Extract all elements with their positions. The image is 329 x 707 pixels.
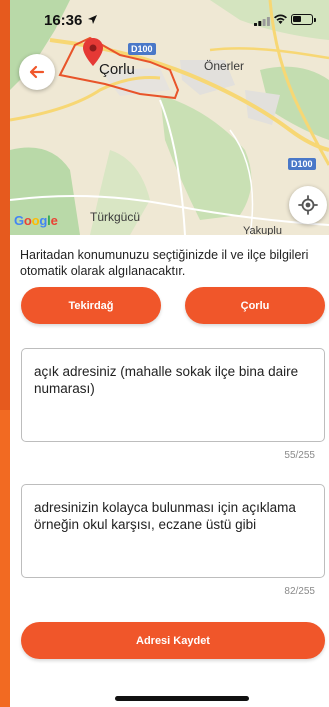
map-pin-icon[interactable] xyxy=(82,37,104,67)
my-location-button[interactable] xyxy=(289,186,327,224)
status-time: 16:36 xyxy=(44,12,83,29)
side-edge-strip xyxy=(0,0,10,707)
province-button[interactable]: Tekirdağ xyxy=(21,287,161,324)
road-badge: D100 xyxy=(128,43,156,55)
address-field[interactable]: açık adresiniz (mahalle sokak ilçe bina … xyxy=(21,348,325,442)
map-provider-logo: Google xyxy=(14,213,58,228)
map-label-place: Önerler xyxy=(204,59,245,73)
battery-icon xyxy=(291,14,316,25)
my-location-icon xyxy=(298,195,318,215)
map-label-city: Çorlu xyxy=(99,61,135,78)
map-label-place: Türkgücü xyxy=(90,210,141,224)
road-badge: D100 xyxy=(288,158,316,170)
district-button[interactable]: Çorlu xyxy=(185,287,325,324)
address-char-counter: 55/255 xyxy=(284,450,315,461)
map-label-place: Yakuplu xyxy=(243,225,282,235)
description-field[interactable]: adresinizin kolayca bulunması için açıkl… xyxy=(21,484,325,578)
address-screen: 16:36 Çorlu Önerler Türkgücü Yakuplu D10… xyxy=(10,0,329,707)
back-arrow-icon xyxy=(29,65,45,79)
map-view[interactable]: 16:36 Çorlu Önerler Türkgücü Yakuplu D10… xyxy=(10,0,329,235)
status-bar: 16:36 xyxy=(10,0,329,40)
location-arrow-icon xyxy=(88,15,97,24)
save-address-button[interactable]: Adresi Kaydet xyxy=(21,622,325,659)
back-button[interactable] xyxy=(19,54,55,90)
cellular-signal-icon xyxy=(254,17,270,26)
wifi-icon xyxy=(274,14,287,24)
description-char-counter: 82/255 xyxy=(284,586,315,597)
info-text: Haritadan konumunuzu seçtiğinizde il ve … xyxy=(20,248,309,278)
home-indicator xyxy=(115,696,249,701)
